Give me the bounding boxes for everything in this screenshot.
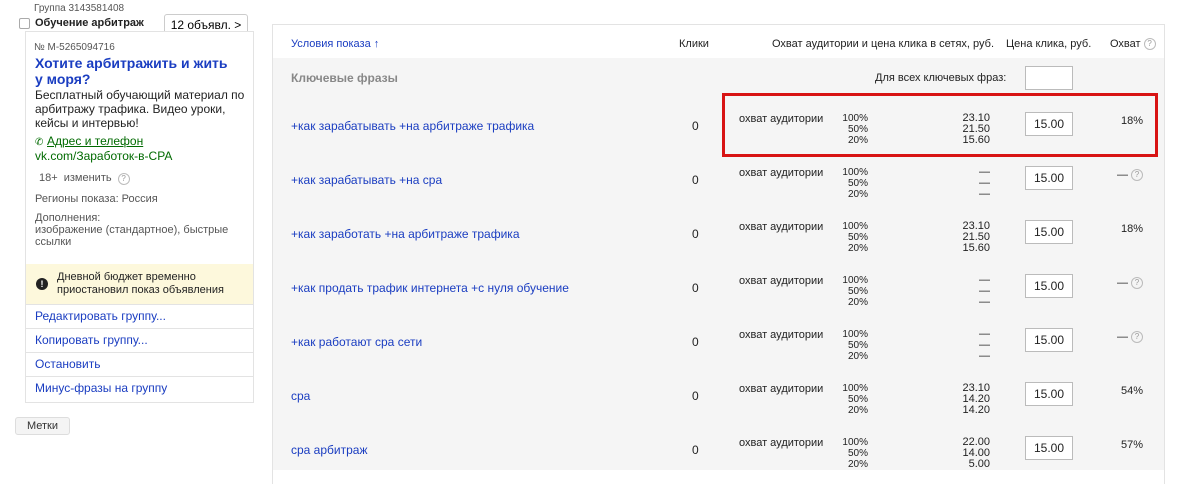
- keyword-clicks: 0: [692, 335, 699, 349]
- reach-prices: — — —: [979, 274, 990, 308]
- reach-label: охват аудитории: [739, 113, 824, 125]
- keyword-clicks: 0: [692, 443, 699, 457]
- reach-label: охват аудитории: [739, 437, 824, 449]
- keyword-coverage: 18%: [1105, 115, 1143, 127]
- click-price-input[interactable]: [1025, 220, 1073, 244]
- reach-label: охват аудитории: [739, 167, 824, 179]
- help-icon[interactable]: ?: [1131, 277, 1143, 290]
- keyword-coverage: —?: [1105, 169, 1143, 182]
- reach-percents: 100% 50% 20%: [842, 221, 868, 254]
- keyword-clicks: 0: [692, 389, 699, 403]
- keyword-coverage: 57%: [1105, 439, 1143, 451]
- table-row: сра арбитраж 0 охват аудитории 100% 50% 20%…: [0, 436, 1179, 497]
- table-row: +как продать трафик интернета +с нуля об…: [0, 274, 1179, 335]
- group-id: Группа 3143581408: [34, 3, 125, 14]
- keyword-phrase[interactable]: сра арбитраж: [291, 443, 367, 457]
- help-icon[interactable]: ?: [1143, 38, 1156, 51]
- keyword-phrase[interactable]: +как зарабатывать +на арбитраже трафика: [291, 119, 534, 133]
- help-icon[interactable]: ?: [1131, 331, 1143, 344]
- reach-prices: 23.10 21.50 15.60: [962, 220, 990, 254]
- reach-percents: 100% 50% 20%: [842, 383, 868, 416]
- header-conditions[interactable]: Условия показа ↑: [291, 38, 379, 50]
- reach-label: охват аудитории: [739, 383, 824, 395]
- keyword-clicks: 0: [692, 281, 699, 295]
- keyword-clicks: 0: [692, 173, 699, 187]
- click-price-input[interactable]: [1025, 112, 1073, 136]
- reach-percents: 100% 50% 20%: [842, 437, 868, 470]
- help-icon[interactable]: ?: [1131, 169, 1143, 182]
- coverage-value: —: [1117, 169, 1128, 181]
- click-price-input[interactable]: [1025, 328, 1073, 352]
- reach-percents: 100% 50% 20%: [842, 329, 868, 362]
- reach-prices: 23.10 21.50 15.60: [962, 112, 990, 146]
- reach-label: охват аудитории: [739, 275, 824, 287]
- keyword-phrase[interactable]: сра: [291, 389, 310, 403]
- reach-prices: 22.00 14.00 5.00: [962, 436, 990, 470]
- reach-percents: 100% 50% 20%: [842, 167, 868, 200]
- reach-prices: — — —: [979, 166, 990, 200]
- header-coverage: Охват ?: [1110, 38, 1156, 51]
- coverage-value: 54%: [1120, 385, 1143, 397]
- table-row: +как зарабатывать +на сра 0 охват аудитори…: [0, 166, 1179, 227]
- group-name: Обучение арбитраж: [35, 17, 144, 29]
- table-row: +как заработать +на арбитраже трафика 0 ох…: [0, 220, 1179, 281]
- keywords-section-title: Ключевые фразы: [291, 71, 398, 85]
- click-price-input[interactable]: [1025, 274, 1073, 298]
- click-price-input[interactable]: [1025, 436, 1073, 460]
- reach-prices: 23.10 14.20 14.20: [962, 382, 990, 416]
- reach-label: охват аудитории: [739, 221, 824, 233]
- ad-number: № М-5265094716: [34, 42, 115, 53]
- coverage-value: —: [1117, 277, 1128, 289]
- keyword-clicks: 0: [692, 119, 699, 133]
- click-price-input[interactable]: [1025, 166, 1073, 190]
- coverage-value: 18%: [1120, 115, 1143, 127]
- keyword-phrase[interactable]: +как зарабатывать +на сра: [291, 173, 442, 187]
- all-keywords-price-input[interactable]: [1025, 66, 1073, 90]
- keyword-phrase[interactable]: +как работают сра сети: [291, 335, 422, 349]
- keyword-phrase[interactable]: +как продать трафик интернета +с нуля об…: [291, 281, 569, 295]
- keyword-coverage: —?: [1105, 331, 1143, 344]
- header-price: Цена клика, руб.: [1006, 38, 1092, 50]
- table-row: +как работают сра сети 0 охват аудитории 10…: [0, 328, 1179, 389]
- table-row: сра 0 охват аудитории 100% 50% 20% 23.10 14.…: [0, 382, 1179, 443]
- table-row: +как зарабатывать +на арбитраже трафика 0…: [0, 112, 1179, 173]
- coverage-value: 57%: [1120, 439, 1143, 451]
- keyword-clicks: 0: [692, 227, 699, 241]
- group-checkbox[interactable]: [19, 18, 30, 29]
- ad-title[interactable]: Хотите арбитражить и жить у моря?: [35, 55, 235, 87]
- keyword-coverage: 18%: [1105, 223, 1143, 235]
- keyword-phrase[interactable]: +как заработать +на арбитраже трафика: [291, 227, 520, 241]
- header-clicks: Клики: [679, 38, 709, 50]
- coverage-value: 18%: [1120, 223, 1143, 235]
- reach-label: охват аудитории: [739, 329, 824, 341]
- keyword-coverage: —?: [1105, 277, 1143, 290]
- panel-pointer: [254, 28, 272, 46]
- all-keywords-label: Для всех ключевых фраз:: [875, 72, 1007, 84]
- coverage-value: —: [1117, 331, 1128, 343]
- click-price-input[interactable]: [1025, 382, 1073, 406]
- reach-percents: 100% 50% 20%: [842, 113, 868, 146]
- reach-percents: 100% 50% 20%: [842, 275, 868, 308]
- keyword-coverage: 54%: [1105, 385, 1143, 397]
- reach-prices: — — —: [979, 328, 990, 362]
- header-coverage-label: Охват: [1110, 38, 1141, 50]
- header-reach: Охват аудитории и цена клика в сетях, ру…: [772, 38, 995, 50]
